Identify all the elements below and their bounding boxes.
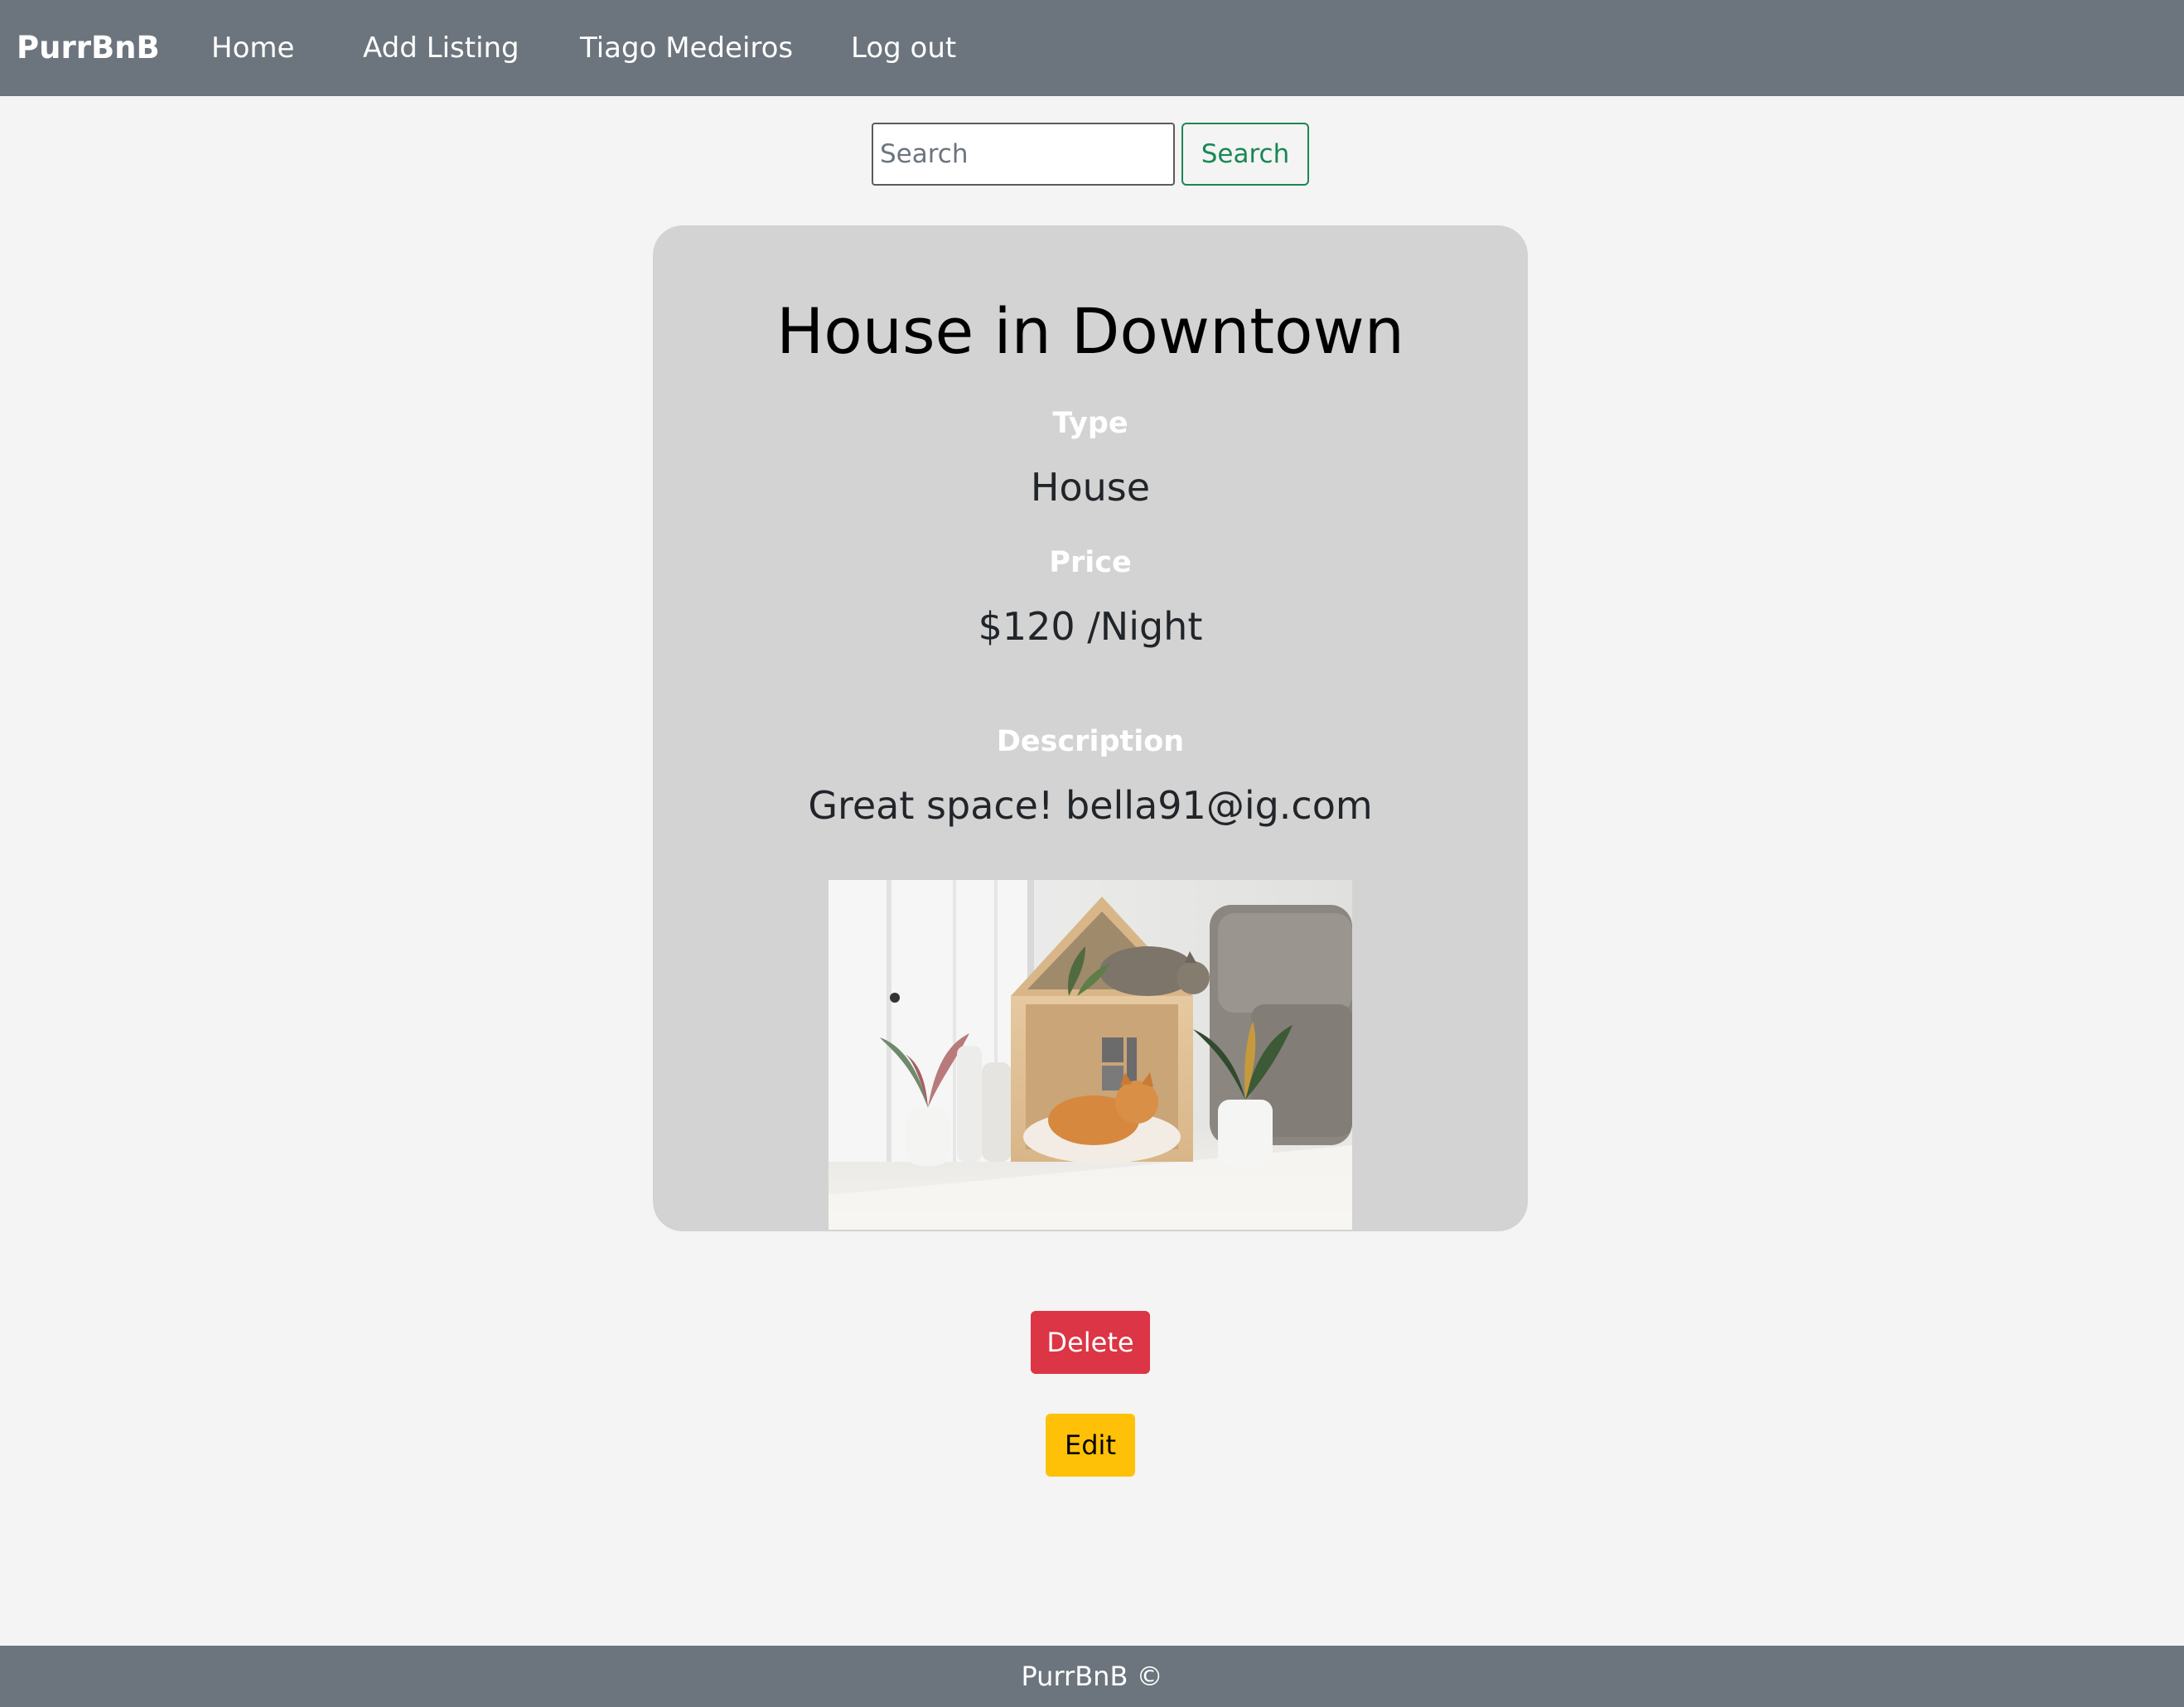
nav-logout-link[interactable]: Log out (851, 23, 956, 73)
price-label: Price (1049, 546, 1132, 579)
description-label: Description (996, 725, 1185, 758)
brand-logo[interactable]: PurrBnB (17, 23, 160, 73)
footer-text: PurrBnB © (1021, 1661, 1163, 1692)
type-label: Type (1052, 407, 1128, 440)
description-value: Great space! bella91@ig.com (808, 783, 1373, 828)
edit-button[interactable]: Edit (1046, 1414, 1135, 1477)
footer: PurrBnB © (0, 1646, 2184, 1707)
nav-home-link[interactable]: Home (211, 23, 294, 73)
delete-button[interactable]: Delete (1031, 1311, 1150, 1374)
listing-image (829, 880, 1352, 1230)
nav-user-profile-link[interactable]: Tiago Medeiros (580, 23, 793, 73)
type-value: House (1030, 465, 1151, 510)
listing-title: House in Downtown (776, 294, 1404, 368)
nav-add-listing-link[interactable]: Add Listing (363, 23, 519, 73)
search-button[interactable]: Search (1181, 123, 1309, 186)
search-form: Search (872, 123, 1309, 186)
navbar: PurrBnB Home Add Listing Tiago Medeiros … (0, 0, 2184, 96)
search-input[interactable] (872, 123, 1175, 186)
price-value: $120 /Night (978, 604, 1203, 649)
